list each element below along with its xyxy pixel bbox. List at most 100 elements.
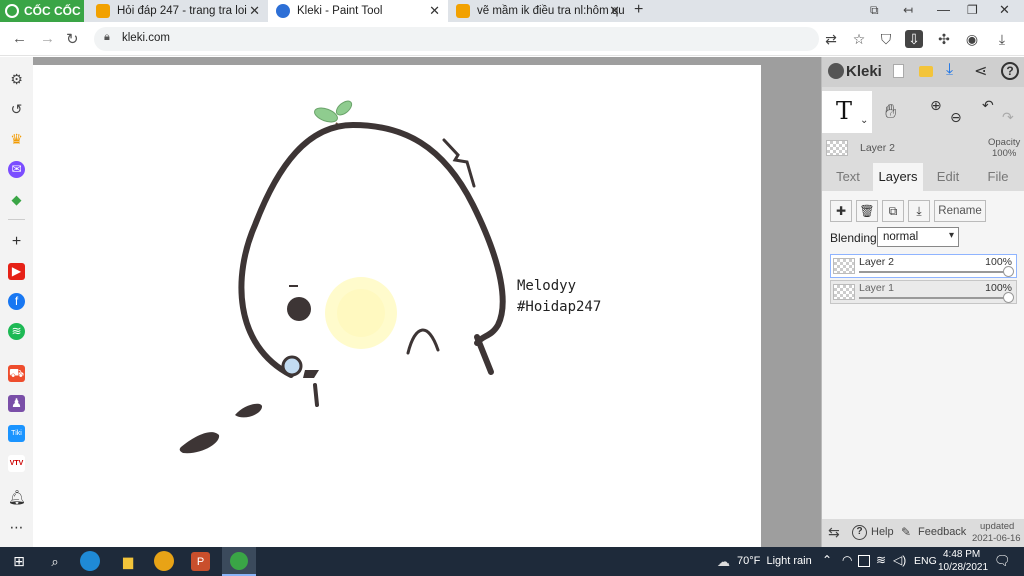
address-toolbar: ← → ↻ 🔒︎ kleki.com ⇄ ☆ ⛉ ⇩ ✣ ◉ ⤓ xyxy=(0,22,1024,56)
more-icon[interactable]: ⋯ xyxy=(8,519,25,536)
swap-sides-icon[interactable]: ⇆ xyxy=(828,524,840,541)
weather-text[interactable]: 70°F Light rain xyxy=(737,555,812,567)
back-arrow-icon[interactable]: ← xyxy=(12,30,27,47)
delete-layer-button[interactable]: 🗑︎ xyxy=(856,200,878,222)
panel-footer: ⇆ ? Help ✎ Feedback updated 2021-06-16 xyxy=(822,519,1024,547)
tab-layers[interactable]: Layers xyxy=(873,163,923,191)
kleki-brand[interactable]: Kleki xyxy=(846,63,882,80)
tray-chevron-up-icon[interactable]: ⌃ xyxy=(822,553,832,567)
tab-hoidap[interactable]: Hỏi đáp 247 - trang tra loi ✕ xyxy=(88,0,268,22)
help-link[interactable]: Help xyxy=(871,526,894,538)
volume-icon[interactable]: ◁) xyxy=(893,553,906,567)
tab-file[interactable]: File xyxy=(975,163,1021,191)
app-tray-icon[interactable] xyxy=(858,555,870,567)
close-icon[interactable]: ✕ xyxy=(429,3,440,19)
extensions-icon[interactable]: ✣ xyxy=(935,30,953,48)
help-icon[interactable]: ? xyxy=(1001,62,1019,80)
spotify-icon[interactable]: ≋ xyxy=(8,323,25,340)
redo-icon[interactable]: ↷ xyxy=(1002,109,1014,126)
slider-knob[interactable] xyxy=(1003,266,1014,277)
language-indicator[interactable]: ENG xyxy=(914,555,937,567)
blending-select[interactable]: normal ▾ xyxy=(877,227,959,247)
profile-icon[interactable]: ◉ xyxy=(963,30,981,48)
windows-start-icon[interactable]: ⊞ xyxy=(8,551,30,572)
add-icon[interactable]: + xyxy=(8,233,25,250)
slider-knob[interactable] xyxy=(1003,292,1014,303)
clock-time[interactable]: 4:48 PM xyxy=(943,549,980,560)
browser-tab-bar: CỐC CỐC Hỏi đáp 247 - trang tra loi ✕ Kl… xyxy=(0,0,1024,22)
magnifier-hand xyxy=(303,370,319,378)
wifi-icon[interactable]: ≋ xyxy=(876,553,886,567)
restore-icon[interactable]: ❐ xyxy=(967,3,978,17)
close-icon[interactable]: ✕ xyxy=(609,3,620,19)
merge-layer-button[interactable]: ⤓ xyxy=(908,200,930,222)
layer-opacity-slider[interactable] xyxy=(859,271,1007,273)
download-page-icon[interactable]: ⇩ xyxy=(905,30,923,48)
add-layer-button[interactable]: ✚ xyxy=(830,200,852,222)
tab-edit[interactable]: Edit xyxy=(926,163,970,191)
layer-item-2[interactable]: Layer 2 100% xyxy=(830,254,1017,278)
bean-body-tail xyxy=(474,334,494,375)
close-icon[interactable]: ✕ xyxy=(249,3,260,19)
share-icon[interactable]: ⋖ xyxy=(974,61,987,81)
feedback-link[interactable]: Feedback xyxy=(918,526,966,538)
tab-ve-mam[interactable]: vẽ mầm ik điều tra nl:hôm qu ✕ xyxy=(448,0,628,22)
bean-mouth xyxy=(406,328,440,355)
new-tab-button[interactable]: + xyxy=(634,1,643,19)
facebook-icon[interactable]: f xyxy=(8,293,25,310)
download-icon[interactable]: ⤓ xyxy=(946,61,953,79)
text-tool-button[interactable]: T ⌄ xyxy=(822,91,872,133)
crown-icon[interactable]: ♛ xyxy=(8,131,25,148)
layer-opacity-slider[interactable] xyxy=(859,297,1007,299)
shield-icon[interactable]: ⛉ xyxy=(877,30,895,48)
notifications-icon[interactable]: 🗨︎ xyxy=(994,553,1011,569)
bell-icon[interactable]: 🔔︎ xyxy=(8,489,26,506)
history-icon[interactable]: ↺ xyxy=(8,101,25,118)
forward-arrow-icon[interactable]: → xyxy=(40,30,55,47)
duplicate-layer-button[interactable]: ⧉ xyxy=(882,200,904,222)
new-file-icon[interactable] xyxy=(893,64,904,78)
back-history-icon[interactable]: ↤ xyxy=(903,3,913,17)
tab-text[interactable]: Text xyxy=(826,163,870,191)
tab-kleki[interactable]: Kleki - Paint Tool ✕ xyxy=(268,0,448,22)
url-text[interactable]: kleki.com xyxy=(122,32,170,44)
shopee-icon[interactable]: ⛟ xyxy=(8,365,25,382)
downloads-icon[interactable]: ⤓ xyxy=(993,30,1011,48)
coccoc-taskbar-item[interactable] xyxy=(222,547,256,576)
youtube-icon[interactable]: ▶ xyxy=(8,263,25,280)
settings-gear-icon[interactable]: ⚙ xyxy=(8,71,25,88)
reload-icon[interactable]: ↻ xyxy=(66,30,79,48)
translate-icon[interactable]: ⇄ xyxy=(822,30,840,48)
drawing-canvas[interactable]: Melodyy #Hoidap247 xyxy=(33,65,761,547)
layer-item-1[interactable]: Layer 1 100% xyxy=(830,280,1017,304)
tab-search-icon[interactable]: ⧉ xyxy=(870,3,879,18)
minimize-icon[interactable]: — xyxy=(937,2,950,17)
rename-layer-button[interactable]: Rename xyxy=(934,200,986,222)
game-avatar-icon[interactable]: ♟ xyxy=(8,395,25,412)
edge-icon[interactable] xyxy=(80,551,100,571)
file-explorer-icon[interactable]: ▆ xyxy=(117,551,139,572)
vtv-icon[interactable]: VTV xyxy=(8,455,25,472)
sprout-leaf-left xyxy=(314,107,338,123)
url-bar[interactable]: 🔒︎ kleki.com xyxy=(94,27,819,51)
zoom-in-icon[interactable]: ⊕ xyxy=(930,97,942,114)
feedback-icon[interactable]: ✎ xyxy=(901,525,911,539)
chevron-down-icon[interactable]: ⌄ xyxy=(860,115,868,126)
undo-icon[interactable]: ↶ xyxy=(982,97,994,114)
clock-date[interactable]: 10/28/2021 xyxy=(938,562,988,573)
zoom-out-icon[interactable]: ⊖ xyxy=(950,109,962,126)
folder-icon[interactable] xyxy=(919,66,933,77)
chrome-icon[interactable] xyxy=(154,551,174,571)
star-icon[interactable]: ☆ xyxy=(850,30,868,48)
window-close-icon[interactable]: ✕ xyxy=(999,2,1010,18)
powerpoint-icon[interactable]: P xyxy=(191,552,210,571)
help-circle-icon[interactable]: ? xyxy=(852,525,867,540)
browser-brand[interactable]: CỐC CỐC xyxy=(0,0,84,22)
messenger-icon[interactable]: ✉ xyxy=(8,161,25,178)
bean-eye xyxy=(287,297,311,321)
network-icon[interactable]: ◠ xyxy=(842,553,852,567)
hand-tool-icon[interactable]: ✋︎ xyxy=(885,101,896,124)
search-icon[interactable]: ⌕ xyxy=(44,551,66,572)
tiki-icon[interactable]: Tiki xyxy=(8,425,25,442)
gamepad-icon[interactable]: ◆ xyxy=(8,191,25,208)
